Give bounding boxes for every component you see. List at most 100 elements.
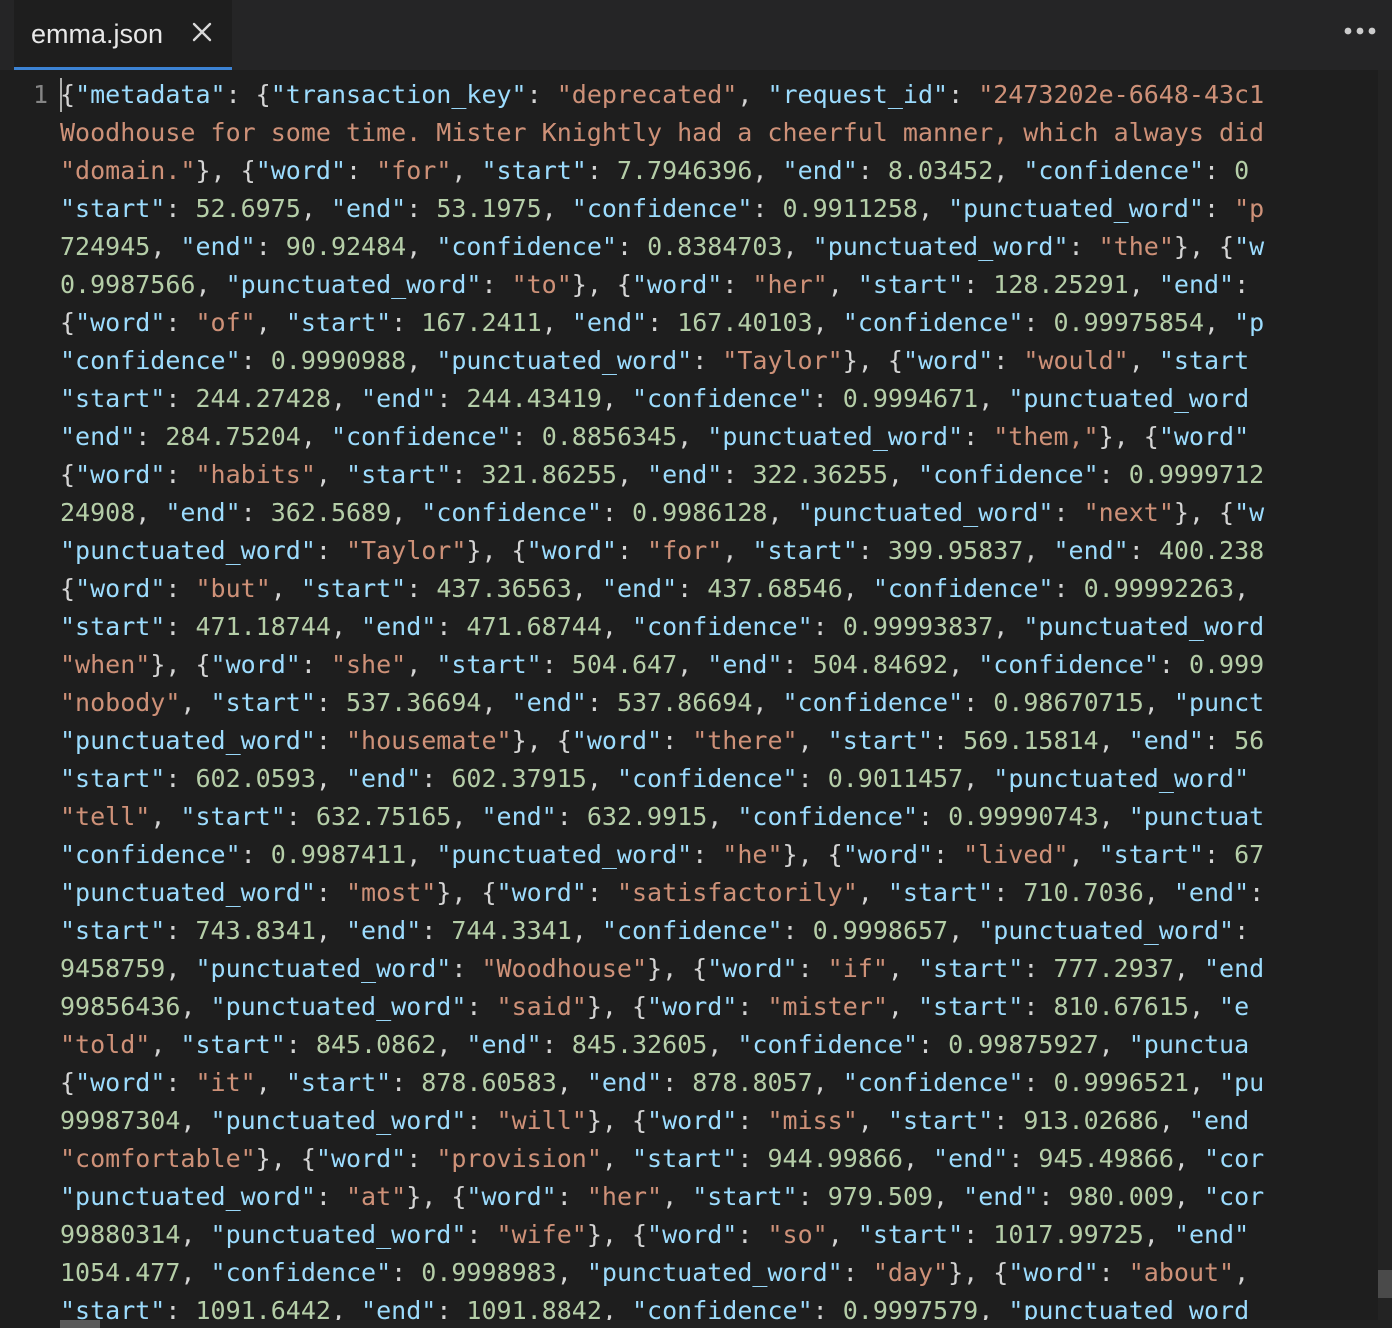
code-editor[interactable]: 1 {"metadata": {"transaction_key": "depr… [0,70,1392,1328]
json-key: "punctuated_word" [707,422,964,451]
json-key: "word" [75,574,166,603]
json-key: "w [1234,498,1265,527]
vertical-scrollbar[interactable] [1378,70,1392,1328]
json-punctuation: }, { [406,1182,467,1211]
json-punctuation: : [421,764,452,793]
json-punctuation: , [887,954,918,983]
json-string: "day" [872,1258,949,1287]
code-content[interactable]: {"metadata": {"transaction_key": "deprec… [60,76,1392,1328]
json-punctuation: }, { [647,954,708,983]
json-punctuation: , [135,498,166,527]
json-key: "confidence" [60,840,241,869]
more-actions-icon[interactable] [1340,16,1380,46]
json-key: "p [1234,308,1265,337]
json-number: 632.9915 [586,802,708,831]
json-punctuation: : [993,878,1024,907]
horizontal-scrollbar[interactable] [60,1320,1378,1328]
json-string: "at" [345,1182,407,1211]
json-number: 0.8384703 [647,232,783,261]
json-number: 1017.99725 [993,1220,1144,1249]
json-string: "next" [1083,498,1174,527]
json-punctuation: : [1204,156,1235,185]
json-punctuation: , [948,650,979,679]
json-punctuation: , [315,916,346,945]
json-punctuation: }, { [586,1220,648,1249]
json-key: "end [1204,954,1265,983]
json-key: "punctuated_word [1008,384,1250,413]
json-key: "end" [782,156,858,185]
json-punctuation: , [827,1220,858,1249]
json-number: 710.7036 [1023,878,1144,907]
json-key: "start" [60,764,166,793]
close-icon[interactable] [190,20,214,44]
json-number: 24908 [60,498,136,527]
code-line: 0.9987566, "punctuated_word": "to"}, {"w… [60,266,1392,304]
json-punctuation: : [1068,232,1099,261]
json-punctuation: : [240,346,271,375]
json-punctuation: : [963,688,994,717]
json-punctuation: : [1203,726,1235,755]
json-number: 0.9987411 [270,840,407,869]
json-string: "about" [1128,1258,1235,1287]
json-string: "the" [1098,232,1174,261]
json-punctuation: : [135,422,166,451]
json-punctuation: : [737,1220,768,1249]
json-punctuation: : [1234,916,1250,945]
json-string: "her" [586,1182,663,1211]
json-key: "e [1219,992,1250,1021]
tab-emma-json[interactable]: emma.json [14,0,232,70]
json-number: 0.99875927 [948,1030,1099,1059]
tab-bar: emma.json [0,0,1392,70]
code-line: Woodhouse for some time. Mister Knightly… [60,114,1392,152]
json-key: "start" [1098,840,1204,869]
json-punctuation: : [963,422,994,451]
json-punctuation: : [391,1068,422,1097]
json-key: "word" [571,726,663,755]
json-number: 437.36563 [436,574,572,603]
json-key: "word" [647,992,738,1021]
json-number: 0.9994671 [842,384,979,413]
json-punctuation: , [180,1220,211,1249]
json-key: "transaction_key" [270,80,527,109]
code-line: "start": 471.18744, "end": 471.68744, "c… [60,608,1392,646]
json-punctuation: , [752,156,783,185]
json-key: "cor [1204,1144,1265,1173]
json-key: "end" [1173,878,1250,907]
json-string: "p [1234,194,1265,223]
json-punctuation: , [391,498,422,527]
json-number: 945.49866 [1038,1144,1174,1173]
json-punctuation: : [586,156,617,185]
json-punctuation: : [812,612,843,641]
json-number: 362.5689 [270,498,392,527]
json-string: "if" [827,954,888,983]
json-punctuation: , [406,650,437,679]
json-punctuation: , [827,270,858,299]
json-punctuation: , [406,840,437,869]
json-punctuation: : [240,840,271,869]
json-key: "word" [496,878,587,907]
json-string: "tell" [60,802,151,831]
horizontal-scrollbar-thumb[interactable] [60,1320,100,1328]
vertical-scrollbar-thumb[interactable] [1378,1270,1392,1298]
json-punctuation: , [857,878,888,907]
json-number: 471.68744 [466,612,602,641]
json-number: 167.40103 [677,308,813,337]
json-punctuation: , [406,232,437,261]
json-key: "start" [857,1220,964,1249]
json-punctuation: , [300,194,331,223]
json-punctuation: , [180,1258,211,1287]
code-line: "nobody", "start": 537.36694, "end": 537… [60,684,1392,722]
json-punctuation: : [406,1144,437,1173]
json-key: "punctuated_word" [993,764,1250,793]
json-number: 67 [1234,840,1265,869]
json-key: "word" [1008,1258,1099,1287]
code-line: 99987304, "punctuated_word": "will"}, {"… [60,1102,1392,1140]
json-punctuation: , [887,460,919,489]
json-key: "word" [75,308,166,337]
json-punctuation: : [1023,1068,1054,1097]
json-key: "punctuated_word" [60,878,316,907]
json-key: "end" [511,688,587,717]
json-key: "start" [827,726,934,755]
json-punctuation: : [1098,460,1129,489]
json-key: "word" [526,536,617,565]
